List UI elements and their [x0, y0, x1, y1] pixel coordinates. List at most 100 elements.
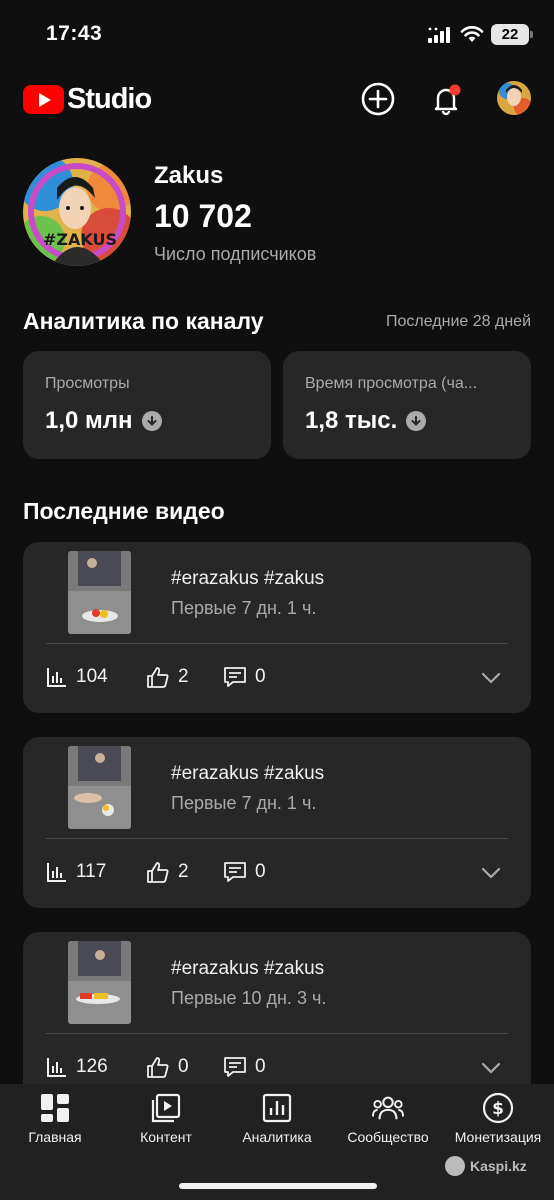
trend-down-icon: [141, 411, 162, 431]
comments-metric: 0: [223, 666, 266, 688]
views-label: Просмотры: [45, 375, 130, 392]
app-header: Studio: [0, 66, 554, 132]
comment-icon: [224, 1057, 246, 1077]
likes-count: 0: [178, 1056, 189, 1077]
watch-time-value: 1,8 тыс.: [305, 407, 398, 434]
comments-count: 0: [255, 861, 266, 882]
watch-time-value-row: 1,8 тыс.: [305, 407, 427, 435]
thumbs-up-icon: [147, 1057, 169, 1078]
nav-analytics[interactable]: Аналитика: [234, 1084, 320, 1154]
create-button[interactable]: [359, 80, 397, 118]
divider: [46, 1033, 508, 1034]
account-avatar[interactable]: [497, 81, 531, 115]
comments-metric: 0: [223, 1056, 266, 1078]
comments-count: 0: [255, 1056, 266, 1077]
nav-label: Монетизация: [454, 1129, 542, 1145]
analytics-heading: Аналитика по каналу: [23, 308, 264, 334]
subscriber-count: 10 702: [154, 198, 252, 234]
channel-name: Zakus: [154, 162, 224, 189]
watch-time-card[interactable]: Время просмотра (ча... 1,8 тыс.: [283, 351, 531, 459]
nav-label: Сообщество: [347, 1129, 429, 1145]
video-period: Первые 7 дн. 1 ч.: [171, 598, 317, 618]
avatar-image: [497, 81, 531, 115]
nav-label: Главная: [28, 1129, 82, 1145]
analytics-icon: [261, 1092, 293, 1124]
analytics-period: Последние 28 дней: [386, 313, 531, 330]
views-count: 104: [76, 666, 108, 687]
nav-content[interactable]: Контент: [123, 1084, 209, 1154]
chevron-down-icon[interactable]: [479, 861, 503, 885]
likes-metric: 2: [146, 666, 189, 688]
watermark-text: Kaspi.kz: [470, 1158, 527, 1174]
kaspi-logo-icon: [445, 1156, 465, 1176]
chevron-down-icon[interactable]: [479, 666, 503, 690]
channel-summary: #ZAKUS Zakus 10 702 Число подписчиков: [23, 156, 533, 268]
monetization-icon: $: [482, 1092, 514, 1124]
views-metric: 126: [46, 1056, 108, 1078]
logo-text: Studio: [67, 82, 152, 115]
status-time: 17:43: [46, 22, 103, 45]
likes-metric: 0: [146, 1056, 189, 1078]
likes-count: 2: [178, 666, 189, 687]
svg-text:$: $: [492, 1099, 504, 1119]
trend-down-icon: [406, 411, 427, 431]
views-value: 1,0 млн: [45, 407, 133, 434]
subscriber-label: Число подписчиков: [154, 244, 317, 264]
channel-avatar-image: [23, 158, 131, 266]
nav-dashboard[interactable]: Главная: [12, 1084, 98, 1154]
video-period: Первые 7 дн. 1 ч.: [171, 793, 317, 813]
views-metric: 104: [46, 666, 108, 688]
views-count: 126: [76, 1056, 108, 1077]
video-card[interactable]: #erazakus #zakus Первые 7 дн. 1 ч. 117 2…: [23, 737, 531, 908]
nav-label: Контент: [140, 1129, 192, 1145]
comments-metric: 0: [223, 861, 266, 883]
wifi-icon: [460, 26, 484, 42]
chevron-down-icon[interactable]: [479, 1056, 503, 1080]
comment-icon: [224, 667, 246, 687]
video-title: #erazakus #zakus: [171, 958, 325, 979]
video-period: Первые 10 дн. 3 ч.: [171, 988, 327, 1008]
divider: [46, 838, 508, 839]
battery-indicator: 22: [491, 24, 533, 45]
video-title: #erazakus #zakus: [171, 763, 325, 784]
video-card[interactable]: #erazakus #zakus Первые 7 дн. 1 ч. 104 2…: [23, 542, 531, 713]
views-metric: 117: [46, 861, 106, 883]
comment-icon: [224, 862, 246, 882]
watch-time-label: Время просмотра (ча...: [305, 375, 478, 392]
studio-logo[interactable]: Studio: [23, 82, 152, 115]
thumbs-up-icon: [147, 862, 169, 883]
views-value-row: 1,0 млн: [45, 407, 162, 435]
nav-label: Аналитика: [242, 1129, 312, 1145]
channel-avatar[interactable]: #ZAKUS: [23, 158, 131, 266]
video-thumbnail[interactable]: [68, 551, 131, 634]
thumbs-up-icon: [147, 667, 169, 688]
youtube-play-icon: [23, 84, 64, 114]
cellular-signal-icon: [428, 27, 450, 43]
kaspi-watermark: Kaspi.kz: [445, 1156, 527, 1176]
community-icon: [372, 1092, 404, 1124]
views-count: 117: [76, 861, 107, 882]
dashboard-icon: [39, 1092, 71, 1124]
video-thumbnail[interactable]: [68, 746, 131, 829]
bell-icon: [434, 84, 461, 116]
bar-chart-icon: [47, 1058, 66, 1077]
divider: [46, 643, 508, 644]
recent-videos-heading: Последние видео: [23, 498, 225, 524]
likes-count: 2: [178, 861, 189, 882]
bar-chart-icon: [47, 863, 66, 882]
video-thumbnail[interactable]: [68, 941, 131, 1024]
home-indicator[interactable]: [179, 1183, 377, 1189]
likes-metric: 2: [146, 861, 189, 883]
nav-monetization[interactable]: $ Монетизация: [446, 1084, 550, 1154]
views-card[interactable]: Просмотры 1,0 млн: [23, 351, 271, 459]
content-icon: [150, 1092, 182, 1124]
video-title: #erazakus #zakus: [171, 568, 325, 589]
nav-community[interactable]: Сообщество: [338, 1084, 438, 1154]
avatar-watermark-text: #ZAKUS: [43, 230, 118, 249]
status-bar: 17:43 22: [0, 0, 554, 66]
video-card[interactable]: #erazakus #zakus Первые 10 дн. 3 ч. 126 …: [23, 932, 531, 1103]
notifications-button[interactable]: [427, 80, 465, 118]
create-icon: [361, 82, 395, 116]
bar-chart-icon: [47, 668, 66, 687]
comments-count: 0: [255, 666, 266, 687]
